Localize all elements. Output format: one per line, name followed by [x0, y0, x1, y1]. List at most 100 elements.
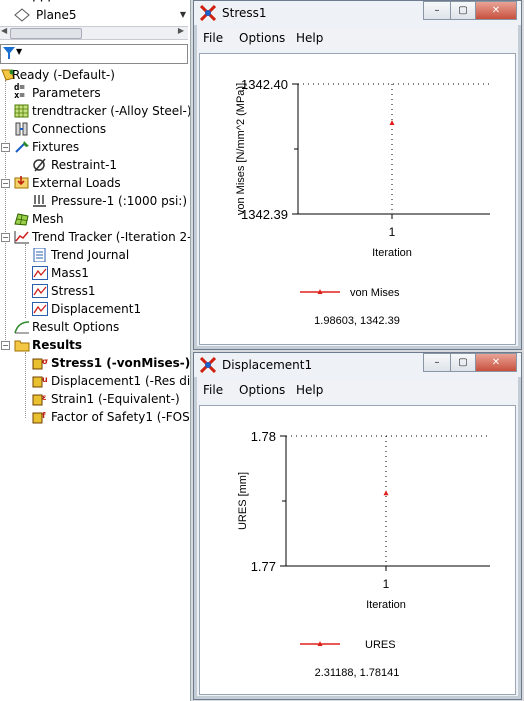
tree-item-strain-plot[interactable]: ε Strain1 (-Equivalent-): [0, 390, 190, 408]
chevron-down-icon[interactable]: ▼: [16, 47, 22, 56]
svg-text:ε: ε: [42, 393, 46, 402]
tree-item-label: Strain1 (-Equivalent-): [51, 392, 180, 406]
parameters-icon: d= x=: [14, 83, 25, 101]
trend-tracker-icon: [14, 231, 29, 244]
x-axis-label: Iteration: [366, 599, 406, 611]
y-tick-label: 1.77: [251, 559, 276, 574]
cursor-readout: 1.98603, 1342.39: [314, 315, 400, 327]
menu-bar: File Options Help: [199, 29, 516, 49]
window-titlebar[interactable]: Stress1 – ▢ ✕: [194, 1, 521, 25]
filter-icon[interactable]: [3, 47, 15, 60]
displacement-chart: 1.78 1.77 1 Iteration URES [mm] URES 2.31188, …: [237, 429, 490, 679]
x-axis-label: Iteration: [372, 247, 412, 259]
tree-item-displacement-plot[interactable]: u Displacement1 (-Res disp-: [0, 372, 190, 390]
fos-plot-icon: f: [32, 411, 46, 424]
chart-canvas: 1.78 1.77 1 Iteration URES [mm] URES 2.31188, …: [199, 405, 516, 695]
menu-file[interactable]: File: [203, 383, 223, 397]
cursor-readout: 2.31188, 1.78141: [315, 667, 400, 679]
menu-help[interactable]: Help: [296, 383, 323, 397]
minimize-button[interactable]: –: [423, 1, 451, 20]
graph-icon: [32, 302, 48, 316]
tree-item-label: Mesh: [32, 212, 64, 226]
tree-item-pressure[interactable]: Pressure-1 (:1000 psi:): [0, 192, 190, 210]
scroll-right-icon[interactable]: ▶: [178, 26, 184, 35]
tree-item-trend-tracker[interactable]: Trend Tracker (-Iteration 2-): [0, 228, 190, 246]
y-axis-label: URES [mm]: [237, 472, 249, 530]
menu-help[interactable]: Help: [296, 31, 323, 45]
minimize-button[interactable]: –: [423, 353, 451, 372]
tree-item-mass[interactable]: Mass1: [0, 264, 190, 282]
tree-item-label: Parameters: [32, 86, 101, 100]
restraint-icon: [33, 158, 46, 172]
tree-item-stress-plot[interactable]: σ Stress1 (-vonMises-): [0, 354, 190, 372]
y-axis-label: von Mises [N/mm^2 (MPa)]: [235, 83, 247, 215]
tree-item-label: Stress1 (-vonMises-): [51, 356, 191, 370]
displacement-plot-icon: u: [32, 375, 48, 388]
pressure-icon: [33, 195, 46, 207]
scroll-thumb[interactable]: [10, 28, 82, 39]
close-button[interactable]: ✕: [475, 1, 517, 20]
tree-item-label: Restraint-1: [51, 158, 118, 172]
window-titlebar[interactable]: Displacement1 – ▢ ✕: [194, 353, 521, 377]
stress-graph-window[interactable]: Stress1 – ▢ ✕ File Options Help 1342.40 1…: [193, 0, 522, 350]
scroll-left-icon[interactable]: ◀: [1, 26, 7, 35]
y-tick-label: 1.78: [251, 429, 276, 444]
tree-item-trend-journal[interactable]: Trend Journal: [0, 246, 190, 264]
tree-item-label: Trend Tracker (-Iteration 2-): [32, 230, 191, 244]
horizontal-scrollbar[interactable]: ◀ ▶: [0, 26, 188, 40]
maximize-button[interactable]: ▢: [450, 1, 476, 20]
mesh-icon: [14, 213, 29, 226]
feature-tree-panel: · · · Plane5 ▼ ◀ ▶ ▼ Ready (-Default-) d…: [0, 0, 191, 701]
tree-item-mesh[interactable]: Mesh: [0, 210, 190, 228]
app-icon: [200, 357, 216, 373]
data-point: [389, 120, 395, 125]
tree-item-label: Stress1: [51, 284, 96, 298]
tree-item-results[interactable]: Results: [0, 336, 190, 354]
tree-item-label: Displacement1: [51, 302, 142, 316]
legend-label: URES: [365, 639, 396, 651]
tree-item-restraint[interactable]: Restraint-1: [0, 156, 190, 174]
tree-item-stress-graph[interactable]: Stress1: [0, 282, 190, 300]
stress-chart: 1342.40 1342.39 1 Iteration von Mises [N/mm^…: [235, 77, 490, 327]
tree-item-external-loads[interactable]: External Loads: [0, 174, 190, 192]
svg-text:f: f: [42, 411, 46, 420]
menu-file[interactable]: File: [203, 31, 223, 45]
plane-icon: [14, 8, 30, 22]
graph-icon: [32, 284, 48, 298]
tree-item-label: Connections: [32, 122, 107, 136]
tree-filter-bar[interactable]: ▼: [0, 44, 188, 64]
part-mesh-icon: [14, 104, 29, 118]
tree-item-label: Ready (-Default-): [12, 68, 115, 82]
close-button[interactable]: ✕: [475, 353, 517, 372]
tree-item-displacement-graph[interactable]: Displacement1: [0, 300, 190, 318]
app-icon: [200, 5, 216, 21]
tree-item-label: Pressure-1 (:1000 psi:): [51, 194, 188, 208]
stress-plot-icon: σ: [32, 357, 48, 370]
connections-icon: [15, 122, 28, 136]
scroll-down-icon[interactable]: ▼: [180, 10, 186, 19]
tree-item-label: Results: [32, 338, 83, 352]
displacement-graph-window[interactable]: Displacement1 – ▢ ✕ File Options Help 1.…: [193, 352, 522, 700]
external-loads-icon: [14, 176, 29, 189]
window-title: Displacement1: [222, 358, 313, 372]
tree-item-label: Mass1: [51, 266, 89, 280]
menu-options[interactable]: Options: [239, 383, 285, 397]
window-title: Stress1: [222, 6, 267, 20]
svg-text:σ: σ: [42, 357, 48, 366]
menu-bar: File Options Help: [199, 381, 516, 401]
y-tick-label: 1342.39: [241, 207, 288, 222]
tree-item-parameters[interactable]: d= x= Parameters: [0, 84, 190, 102]
maximize-button[interactable]: ▢: [450, 353, 476, 372]
tree-item-ready[interactable]: Ready (-Default-): [0, 66, 190, 84]
graph-icon: [32, 266, 48, 280]
tree-item-fos-plot[interactable]: f Factor of Safety1 (-FOS-): [0, 408, 190, 426]
tree-item-part[interactable]: trendtracker (-Alloy Steel-): [0, 102, 190, 120]
tree-item-label: Plane5: [36, 8, 77, 22]
tree-item-label: trendtracker (-Alloy Steel-): [32, 104, 191, 118]
results-folder-icon: [14, 340, 30, 352]
tree-item-fixtures[interactable]: Fixtures: [0, 138, 190, 156]
tree-item-connections[interactable]: Connections: [0, 120, 190, 138]
tree-item-result-options[interactable]: Result Options: [0, 318, 190, 336]
menu-options[interactable]: Options: [239, 31, 285, 45]
y-tick-label: 1342.40: [241, 77, 288, 92]
